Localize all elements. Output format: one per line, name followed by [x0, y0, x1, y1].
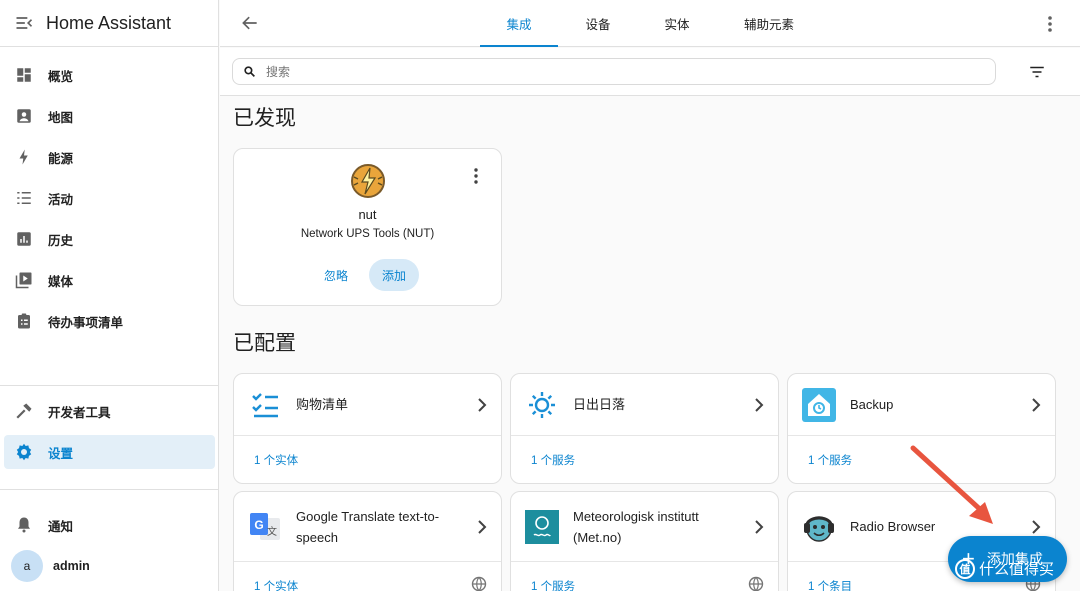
search-icon: [244, 66, 255, 77]
sidebar-item-todo[interactable]: 待办事项清单: [4, 304, 215, 338]
integration-card-met-no[interactable]: Meteorologisk institutt (Met.no) 1 个服务: [510, 491, 779, 591]
integration-footer-text: 1 个条目: [808, 581, 853, 591]
sidebar-item-developer-tools[interactable]: 开发者工具: [4, 394, 215, 428]
chevron-right-icon[interactable]: [1029, 396, 1043, 414]
sidebar-divider: [0, 489, 218, 490]
tab-helpers[interactable]: 辅助元素: [730, 0, 808, 47]
integration-footer-link[interactable]: 1 个实体: [234, 436, 501, 483]
sidebar-item-label: 待办事项清单: [48, 315, 124, 330]
integration-name: Backup: [850, 397, 894, 412]
sidebar-item-energy[interactable]: 能源: [4, 140, 215, 174]
sidebar-divider: [0, 385, 218, 386]
menu-collapse-icon[interactable]: [14, 13, 34, 33]
hammer-icon: [15, 402, 33, 420]
sidebar-item-logbook[interactable]: 活动: [4, 181, 215, 215]
globe-icon: [471, 576, 487, 591]
integration-card-shopping-list[interactable]: 购物清单 1 个实体: [233, 373, 502, 484]
configured-heading: 已配置: [233, 332, 296, 355]
chart-icon: [15, 230, 33, 248]
sidebar-item-label: 地图: [48, 110, 74, 125]
sidebar-item-user[interactable]: a admin: [4, 549, 215, 583]
list-icon: [15, 189, 33, 207]
google-translate-icon: G文: [247, 509, 283, 545]
search-row: [220, 48, 1080, 96]
sidebar-item-label: 历史: [48, 233, 74, 248]
search-box: [232, 58, 996, 85]
radio-browser-icon: [801, 509, 837, 545]
watermark-text: 什么值得买: [979, 561, 1055, 578]
sidebar-item-label: 开发者工具: [48, 405, 111, 420]
tab-entities[interactable]: 实体: [643, 0, 711, 47]
svg-text:G: G: [254, 518, 263, 532]
clipboard-icon: [15, 312, 33, 330]
watermark-badge: 值: [955, 558, 975, 579]
sidebar: Home Assistant 概览 地图 能源 活动 历史 媒体 待办事项清单 …: [0, 0, 219, 591]
add-button[interactable]: 添加: [369, 259, 419, 291]
chevron-right-icon[interactable]: [752, 396, 766, 414]
integration-name: Meteorologisk institutt (Met.no): [573, 508, 699, 545]
tab-devices[interactable]: 设备: [564, 0, 632, 47]
sidebar-item-label: 概览: [48, 69, 74, 84]
more-vertical-icon[interactable]: [1042, 14, 1058, 34]
app-title: Home Assistant: [46, 12, 172, 33]
sidebar-item-label: 设置: [48, 446, 74, 461]
discovered-heading: 已发现: [233, 107, 296, 130]
map-icon: [15, 107, 33, 125]
sidebar-item-notifications[interactable]: 通知: [4, 508, 215, 542]
integration-subtitle: Network UPS Tools (NUT): [300, 228, 435, 240]
sidebar-item-label: 活动: [48, 192, 74, 207]
sidebar-item-settings[interactable]: 设置: [4, 435, 215, 469]
play-box-icon: [15, 271, 33, 289]
discovered-card-nut: nut Network UPS Tools (NUT) 忽略 添加: [233, 148, 502, 306]
svg-text:文: 文: [267, 525, 277, 538]
integration-footer-link[interactable]: 1 个服务: [511, 562, 778, 591]
sun-icon: [524, 387, 560, 423]
top-bar: 集成 设备 实体 辅助元素: [220, 0, 1080, 47]
integration-name: 日出日落: [573, 397, 626, 412]
lightning-icon: [15, 148, 33, 166]
integration-footer-text: 1 个实体: [254, 581, 299, 591]
nut-logo-icon: [351, 164, 385, 198]
watermark: 值 什么值得买: [955, 558, 1054, 579]
chevron-right-icon[interactable]: [475, 518, 489, 536]
backup-icon: [801, 387, 837, 423]
bell-icon: [15, 516, 33, 534]
sidebar-item-media[interactable]: 媒体: [4, 263, 215, 297]
shopping-list-icon: [247, 387, 283, 423]
chevron-right-icon[interactable]: [475, 396, 489, 414]
back-arrow-icon[interactable]: [240, 13, 260, 33]
met-no-icon: [524, 509, 560, 545]
sidebar-item-label: 媒体: [48, 274, 74, 289]
filter-icon[interactable]: [1028, 63, 1046, 81]
search-input[interactable]: [266, 64, 966, 79]
chevron-right-icon[interactable]: [1029, 518, 1043, 536]
sidebar-header: Home Assistant: [0, 0, 218, 47]
sidebar-item-label: 通知: [48, 519, 74, 534]
more-vertical-icon[interactable]: [473, 167, 479, 185]
integration-footer-text: 1 个服务: [531, 581, 576, 591]
integration-name: Google Translate text-to-speech: [296, 508, 440, 545]
tab-integrations[interactable]: 集成: [480, 0, 558, 47]
avatar: a: [11, 550, 43, 582]
integration-footer-link[interactable]: 1 个服务: [511, 436, 778, 483]
sidebar-item-label: 能源: [48, 151, 74, 166]
ignore-button[interactable]: 忽略: [314, 259, 358, 291]
chevron-right-icon[interactable]: [752, 518, 766, 536]
integration-card-sun[interactable]: 日出日落 1 个服务: [510, 373, 779, 484]
annotation-arrow-icon: [910, 445, 993, 524]
globe-icon: [748, 576, 764, 591]
sidebar-item-overview[interactable]: 概览: [4, 58, 215, 92]
sidebar-item-map[interactable]: 地图: [4, 99, 215, 133]
integration-name: nut: [358, 207, 377, 222]
integration-footer-link[interactable]: 1 个实体: [234, 562, 501, 591]
user-name: admin: [53, 559, 90, 573]
sidebar-item-history[interactable]: 历史: [4, 222, 215, 256]
dashboard-icon: [15, 66, 33, 84]
integration-card-google-translate[interactable]: G文 Google Translate text-to-speech 1 个实体: [233, 491, 502, 591]
gear-icon: [15, 443, 33, 461]
integration-name: 购物清单: [296, 397, 349, 412]
